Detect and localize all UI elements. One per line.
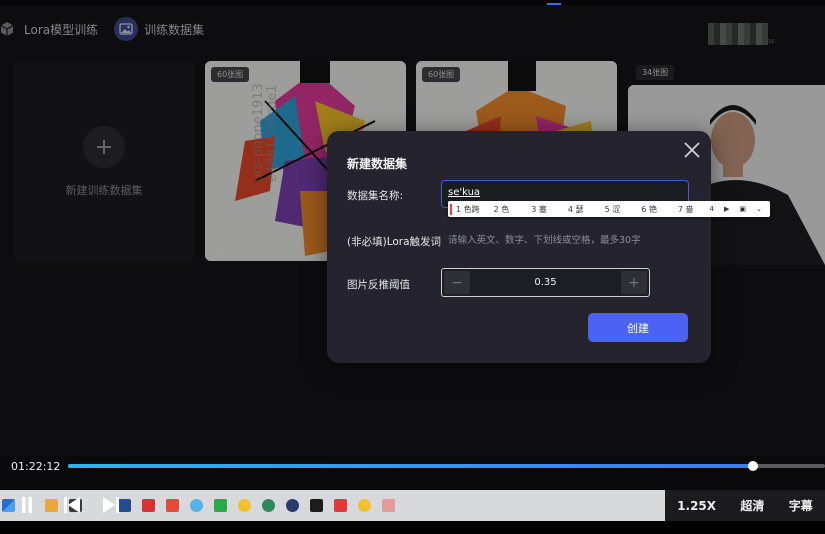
dataset-name-label: 数据集名称: bbox=[347, 190, 404, 202]
progress-handle[interactable] bbox=[748, 461, 759, 471]
app-icon[interactable] bbox=[214, 499, 227, 512]
app-icon[interactable] bbox=[190, 499, 203, 512]
bottom-strip bbox=[0, 521, 825, 534]
app-icon[interactable] bbox=[166, 499, 179, 512]
ime-menu-icon[interactable]: ▣ bbox=[739, 205, 746, 213]
threshold-value[interactable]: 0.35 bbox=[472, 277, 619, 288]
trigger-word-label: (非必填)Lora触发词 bbox=[347, 236, 442, 248]
previous-icon[interactable] bbox=[63, 496, 81, 514]
app-window: Lora模型训练 训练数据集 16 新建训练数据集 60张图 sekuai 60… bbox=[0, 0, 825, 456]
chrome-icon[interactable] bbox=[238, 499, 251, 512]
app-icon[interactable] bbox=[286, 499, 299, 512]
ime-candidate[interactable]: 4 瑟 bbox=[568, 204, 584, 215]
windows-icon[interactable] bbox=[2, 499, 15, 512]
next-icon[interactable] bbox=[102, 496, 120, 514]
video-player-controls: 01:22:12 bbox=[0, 456, 825, 490]
ime-page-indicator: 4 bbox=[709, 205, 714, 213]
app-icon[interactable] bbox=[262, 499, 275, 512]
play-small-icon[interactable]: ▶ bbox=[724, 205, 729, 213]
app-icon[interactable] bbox=[310, 499, 323, 512]
trigger-word-input[interactable]: 请输入英文、数字、下划线或空格，最多30字 bbox=[448, 232, 641, 246]
new-dataset-dialog: 新建数据集 数据集名称: se'kua 1 色跨 2 色 3 塞 4 瑟 5 涩… bbox=[327, 131, 770, 363]
input-value: se'kua bbox=[448, 187, 481, 198]
quality-button[interactable]: 超清 bbox=[740, 497, 764, 514]
increment-button[interactable]: + bbox=[621, 271, 647, 294]
player-options: 1.25X 超清 字幕 bbox=[665, 490, 825, 521]
wps-icon[interactable] bbox=[334, 499, 347, 512]
chevron-down-icon[interactable]: ⌄ bbox=[756, 205, 762, 213]
app-icon[interactable] bbox=[382, 499, 395, 512]
create-button[interactable]: 创建 bbox=[588, 313, 688, 342]
ime-candidate[interactable]: 2 色 bbox=[494, 204, 510, 215]
speed-button[interactable]: 1.25X bbox=[677, 499, 716, 513]
folder-icon[interactable] bbox=[45, 499, 58, 512]
dialog-title: 新建数据集 bbox=[347, 157, 408, 171]
current-time: 01:22:12 bbox=[11, 460, 61, 473]
threshold-label: 图片反推阈值 bbox=[347, 279, 410, 291]
ime-candidate[interactable]: 1 色跨 bbox=[450, 203, 480, 215]
ime-candidate[interactable]: 6 铯 bbox=[641, 204, 657, 215]
ime-candidate[interactable]: 7 啬 bbox=[678, 204, 694, 215]
taskbar: 1.25X 超清 字幕 bbox=[0, 490, 825, 521]
app-icon[interactable] bbox=[142, 499, 155, 512]
progress-fill bbox=[68, 464, 754, 468]
close-icon[interactable] bbox=[681, 139, 703, 161]
ime-candidate-bar[interactable]: 1 色跨 2 色 3 塞 4 瑟 5 涩 6 铯 7 啬 4 ▶ ▣ ⌄ bbox=[448, 201, 770, 217]
chrome-icon[interactable] bbox=[358, 499, 371, 512]
progress-track[interactable] bbox=[68, 461, 825, 471]
subtitle-button[interactable]: 字幕 bbox=[789, 497, 813, 514]
pause-icon[interactable] bbox=[21, 496, 33, 514]
ime-candidate[interactable]: 5 涩 bbox=[605, 204, 621, 215]
threshold-stepper: − 0.35 + bbox=[441, 268, 650, 297]
decrement-button[interactable]: − bbox=[444, 271, 470, 294]
ime-candidate[interactable]: 3 塞 bbox=[531, 204, 547, 215]
